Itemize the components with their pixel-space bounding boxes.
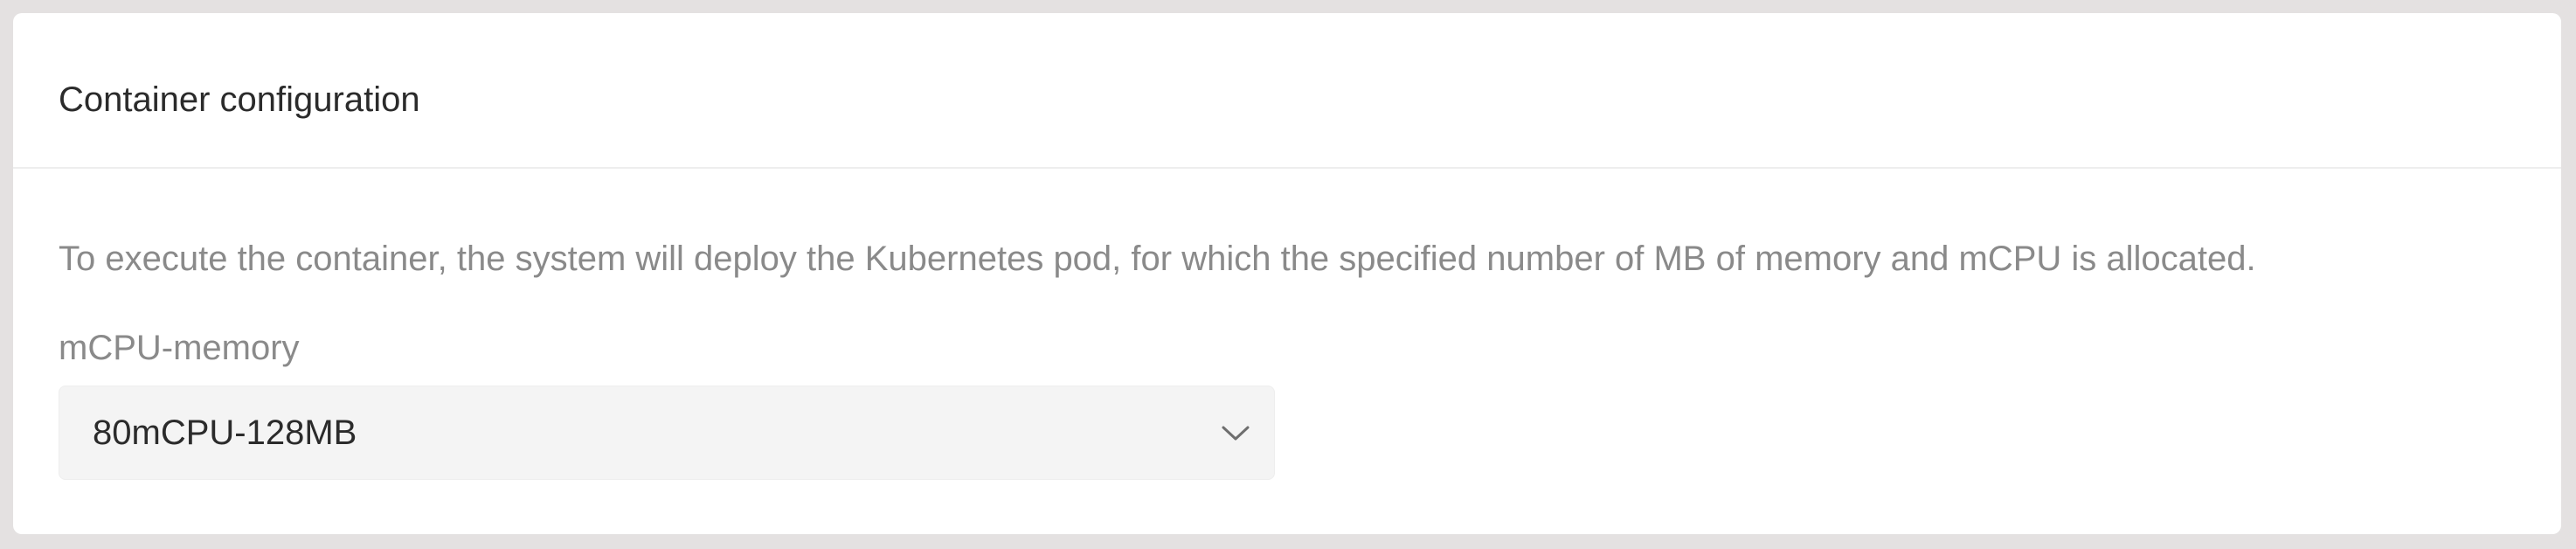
mcpu-memory-select[interactable]: 80mCPU-128MB [59,386,1275,480]
panel-header: Container configuration [13,13,2561,169]
container-configuration-panel: Container configuration To execute the c… [13,13,2561,534]
select-value: 80mCPU-128MB [93,413,357,452]
chevron-down-icon[interactable] [1218,420,1253,446]
mcpu-memory-label: mCPU-memory [59,329,300,367]
panel-description: To execute the container, the system wil… [59,240,2256,278]
panel-title: Container configuration [59,80,420,119]
